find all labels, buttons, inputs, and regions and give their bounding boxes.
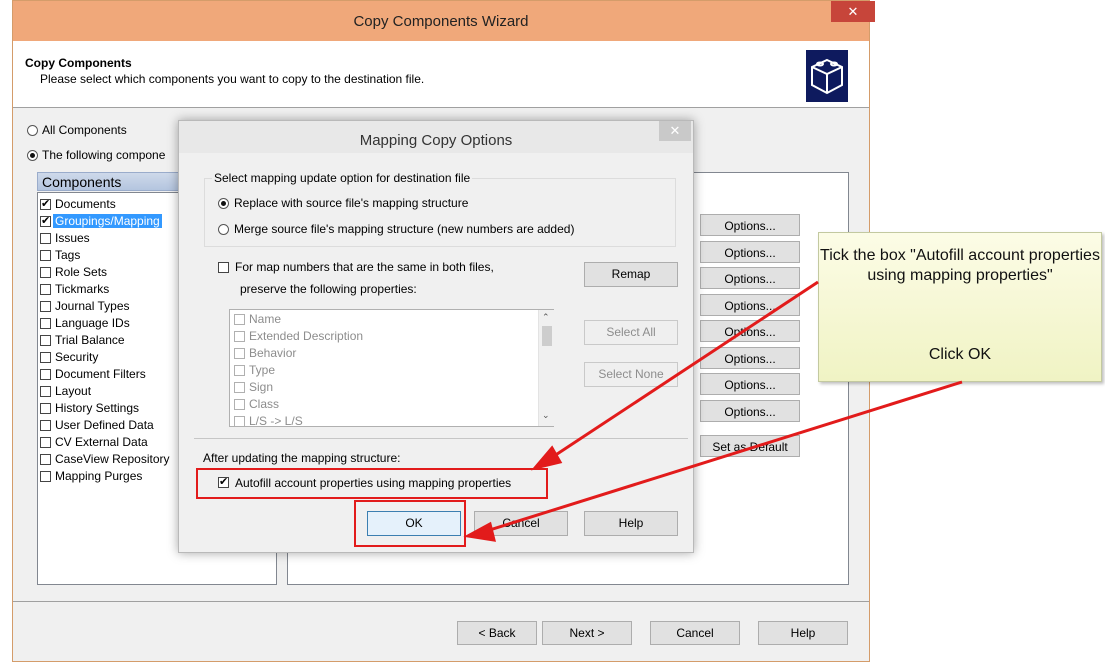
arrow-head-ok-icon (463, 521, 497, 542)
annotation-arrows (463, 280, 963, 542)
arrow-head-autofill-icon (530, 445, 563, 471)
arrow-to-autofill (544, 280, 819, 464)
